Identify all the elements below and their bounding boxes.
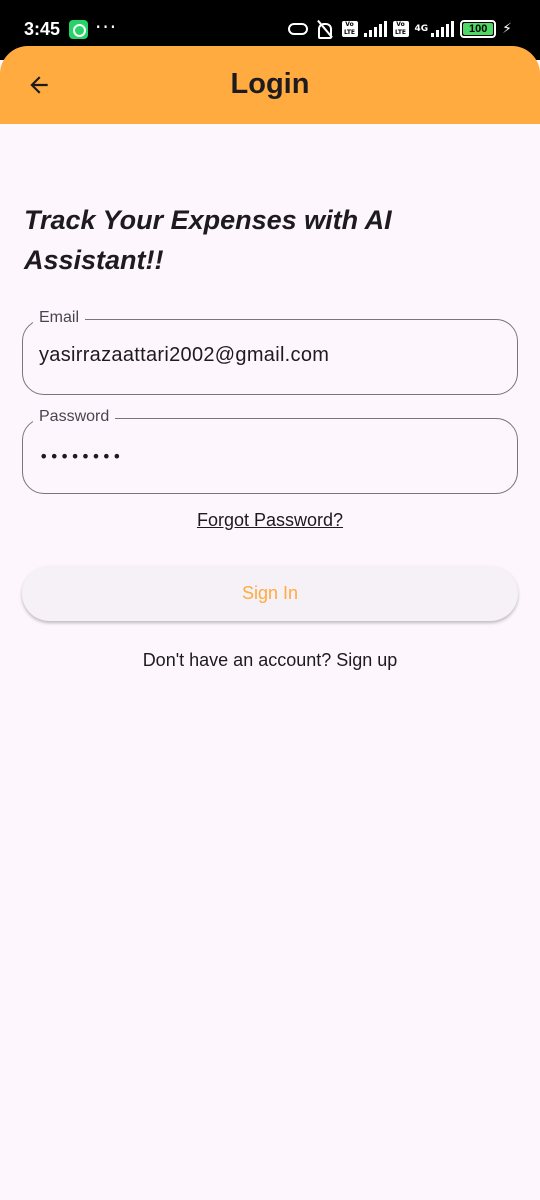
password-input[interactable]: •••••••• — [39, 447, 123, 466]
email-field[interactable]: Email yasirrazaattari2002@gmail.com — [22, 309, 518, 395]
link-icon — [287, 23, 308, 35]
charging-bolt-icon: ⚡ — [502, 21, 512, 37]
mute-icon — [314, 20, 336, 39]
page-title: Login — [230, 68, 310, 100]
volte-icon: Vo LTE — [392, 21, 409, 37]
battery-level: 100 — [463, 23, 494, 35]
more-dots-icon: ··· — [95, 15, 118, 39]
battery-icon: 100 — [460, 20, 497, 38]
app-bar: Login — [0, 46, 540, 124]
email-input[interactable]: yasirrazaattari2002@gmail.com — [39, 344, 329, 367]
forgot-password-link[interactable]: Forgot Password? — [0, 510, 540, 531]
password-label: Password — [33, 408, 116, 426]
signal-icon — [431, 21, 455, 37]
volte-icon: Vo LTE — [341, 21, 358, 37]
whatsapp-icon — [69, 20, 88, 39]
email-label: Email — [33, 309, 86, 327]
status-icons: Vo LTE Vo LTE 4G 100 ⚡ — [287, 18, 512, 40]
headline: Track Your Expenses with AI Assistant!! — [24, 205, 392, 275]
sign-in-button[interactable]: Sign In — [22, 566, 518, 621]
password-field[interactable]: Password •••••••• — [22, 408, 518, 494]
signal-icon — [363, 21, 387, 37]
status-time: 3:45 — [24, 19, 61, 39]
network-type-label: 4G — [414, 23, 429, 34]
sign-up-link[interactable]: Don't have an account? Sign up — [0, 650, 540, 671]
